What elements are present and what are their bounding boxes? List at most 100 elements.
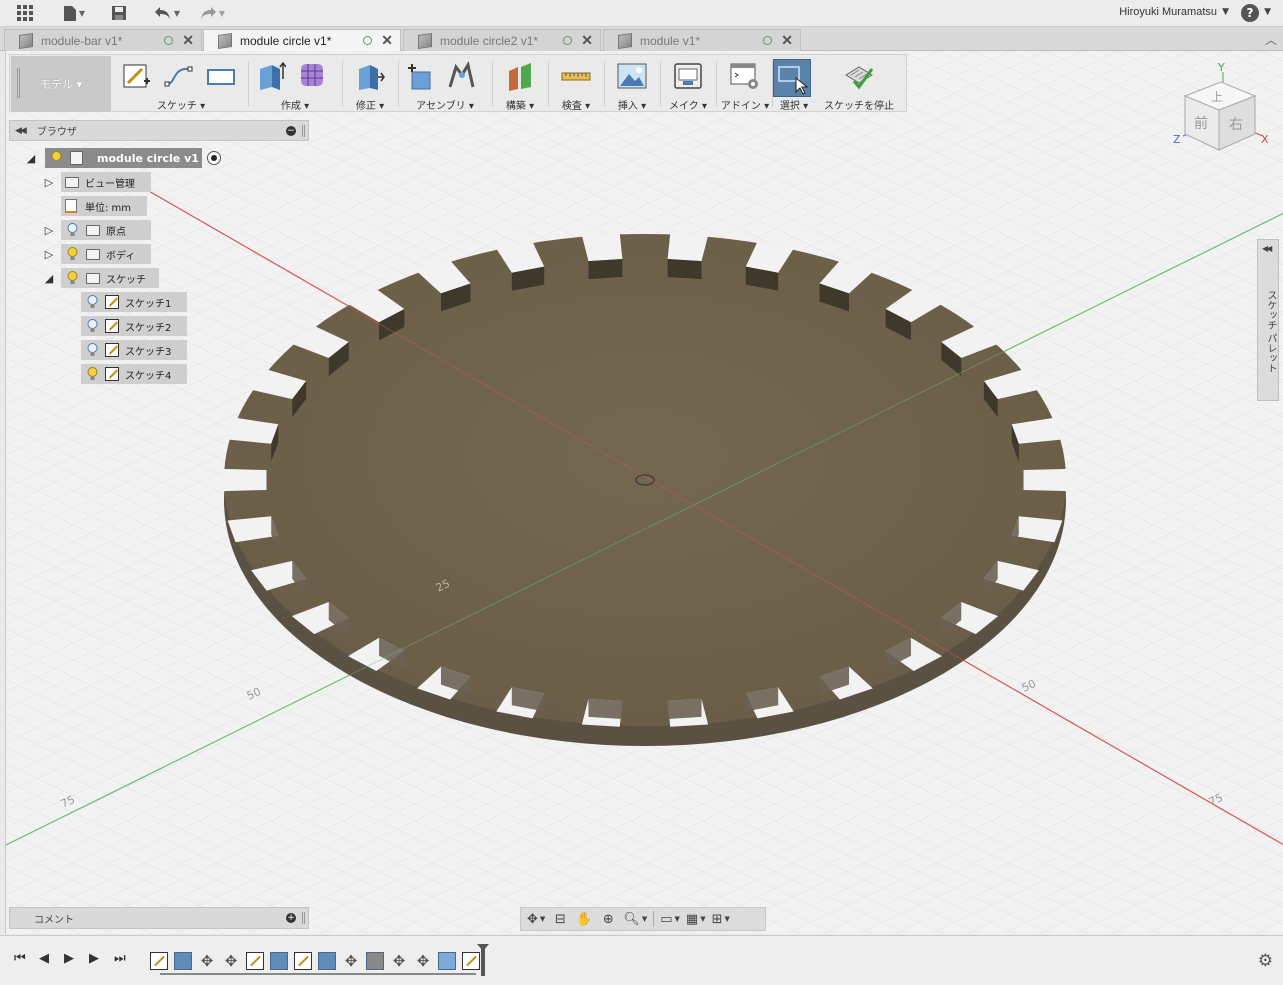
visibility-bulb-icon[interactable] — [86, 319, 98, 333]
expand-triangle-icon[interactable]: ▷ — [43, 248, 55, 261]
orbit-icon[interactable]: ✥ ▼ — [527, 911, 545, 927]
timeline-move-icon[interactable]: ✥ — [198, 952, 216, 970]
tree-root-component[interactable]: module circle v1 — [45, 148, 202, 168]
step-forward-icon[interactable]: ▶ — [89, 951, 99, 966]
create-group[interactable]: 作成 ▾ — [250, 55, 340, 113]
tab-module-bar[interactable]: module-bar v1* ✕ — [4, 29, 202, 51]
go-to-start-icon[interactable]: ⏮ — [14, 951, 26, 966]
line-icon[interactable] — [164, 61, 194, 91]
tree-item-sketch[interactable]: スケッチ3 — [81, 340, 187, 360]
insert-image-icon[interactable] — [617, 61, 647, 91]
collapse-tabs-icon[interactable]: ︿ — [1265, 31, 1277, 48]
inspect-group[interactable]: 検査 ▾ — [550, 55, 602, 113]
3d-print-icon[interactable] — [673, 61, 703, 91]
gear-body[interactable] — [222, 233, 1068, 746]
redo-icon[interactable]: ▼ — [195, 3, 229, 23]
timeline-extrude-icon[interactable] — [318, 952, 336, 970]
select-group[interactable]: 選択 ▾ — [772, 55, 816, 113]
minimize-icon[interactable]: − — [286, 125, 296, 136]
insert-group[interactable]: 挿入 ▾ — [606, 55, 658, 113]
sketch-palette-tab[interactable]: ◀◀ スケッチ パレット — [1257, 239, 1279, 401]
tree-item-bodies[interactable]: ボディ — [61, 244, 151, 264]
select-button[interactable] — [773, 59, 811, 97]
tab-module-circle[interactable]: module circle v1* ✕ — [203, 29, 401, 51]
tree-item-origin[interactable]: 原点 — [61, 220, 151, 240]
close-icon[interactable]: ✕ — [381, 32, 393, 49]
timeline-pattern-icon[interactable] — [270, 952, 288, 970]
tree-item-view-management[interactable]: ビュー管理 — [61, 172, 151, 192]
stop-sketch-group[interactable]: スケッチを停止 — [822, 55, 896, 113]
construct-group[interactable]: 構築 ▾ — [494, 55, 546, 113]
3d-viewport[interactable]: 25 50 75 50 75 上 前 右 Y X Z — [5, 51, 1283, 934]
measure-icon[interactable] — [561, 61, 591, 91]
expand-triangle-icon[interactable]: ▷ — [43, 176, 55, 189]
display-settings-icon[interactable]: ▭ ▼ — [660, 911, 680, 927]
addins-group[interactable]: アドイン ▾ — [718, 55, 772, 113]
timeline-marker[interactable] — [477, 944, 489, 976]
offset-plane-icon[interactable] — [506, 61, 536, 91]
tree-item-sketch[interactable]: スケッチ1 — [81, 292, 187, 312]
step-back-icon[interactable]: ◀ — [39, 951, 49, 966]
modify-group[interactable]: 修正 ▾ — [344, 55, 396, 113]
joint-icon[interactable] — [446, 61, 476, 91]
timeline-move-icon[interactable]: ✥ — [390, 952, 408, 970]
extrude-icon[interactable] — [256, 61, 286, 91]
comment-panel-header[interactable]: コメント + — [9, 907, 309, 929]
expand-triangle-icon[interactable]: ▷ — [43, 224, 55, 237]
undo-icon[interactable]: ▼ — [150, 3, 184, 23]
tree-item-sketches[interactable]: スケッチ — [61, 268, 159, 288]
sketch-group[interactable]: スケッチ ▾ — [116, 55, 246, 113]
timeline-move-icon[interactable]: ✥ — [222, 952, 240, 970]
timeline-sketch-icon[interactable] — [246, 952, 264, 970]
timeline-move-icon[interactable]: ✥ — [414, 952, 432, 970]
timeline-sketch-icon[interactable] — [150, 952, 168, 970]
activate-radio-icon[interactable] — [207, 151, 221, 165]
visibility-bulb-icon[interactable] — [86, 295, 98, 309]
grid-settings-icon[interactable]: ▦ ▼ — [686, 911, 706, 927]
chevron-down-icon[interactable]: ▼ — [1222, 7, 1229, 17]
drag-handle[interactable] — [17, 68, 20, 98]
create-sketch-icon[interactable] — [122, 61, 152, 91]
tree-item-sketch[interactable]: スケッチ2 — [81, 316, 187, 336]
file-menu-icon[interactable]: ▼ — [58, 3, 90, 23]
viewports-icon[interactable]: ⊞ ▼ — [712, 911, 730, 927]
visibility-bulb-icon[interactable] — [86, 367, 98, 381]
make-group[interactable]: メイク ▾ — [662, 55, 714, 113]
tree-item-units[interactable]: 単位: mm — [61, 196, 147, 216]
visibility-bulb-icon[interactable] — [86, 343, 98, 357]
close-icon[interactable]: ✕ — [781, 32, 793, 49]
timeline-extrude-icon[interactable] — [174, 952, 192, 970]
expand-panel-icon[interactable]: ◀◀ — [1262, 244, 1272, 253]
assemble-group[interactable]: アセンブリ ▾ — [400, 55, 490, 113]
timeline-box-icon[interactable] — [438, 952, 456, 970]
visibility-bulb-icon[interactable] — [50, 151, 62, 165]
visibility-bulb-icon[interactable] — [66, 223, 78, 237]
tab-module[interactable]: module v1* ✕ — [603, 29, 801, 51]
timeline-combine-icon[interactable] — [366, 952, 384, 970]
chevron-down-icon[interactable]: ▼ — [1264, 7, 1271, 17]
new-component-icon[interactable] — [404, 61, 434, 91]
workspace-switcher[interactable]: モデル ▾ — [11, 56, 111, 112]
tab-module-circle2[interactable]: module circle2 v1* ✕ — [403, 29, 601, 51]
scene-canvas[interactable]: 25 50 75 50 75 上 前 右 Y X Z — [6, 51, 1283, 934]
collapse-panel-icon[interactable]: ◀◀ — [15, 126, 27, 136]
timeline-sketch-icon[interactable] — [294, 952, 312, 970]
go-to-end-icon[interactable]: ⏭ — [114, 951, 126, 966]
help-icon[interactable]: ? — [1241, 4, 1259, 22]
close-icon[interactable]: ✕ — [581, 32, 593, 49]
apps-grid-icon[interactable] — [14, 3, 36, 23]
pan-icon[interactable]: ✋ — [575, 911, 593, 927]
tree-item-sketch[interactable]: スケッチ4 — [81, 364, 187, 384]
save-icon[interactable] — [109, 3, 129, 23]
gear-icon[interactable]: ⚙ — [1258, 951, 1273, 971]
close-icon[interactable]: ✕ — [182, 32, 194, 49]
pin-icon[interactable] — [302, 124, 305, 137]
browser-panel-header[interactable]: ◀◀ ブラウザ − — [9, 120, 309, 141]
look-at-icon[interactable]: ⊟ — [551, 911, 569, 927]
rectangle-icon[interactable] — [206, 61, 236, 91]
visibility-bulb-icon[interactable] — [66, 271, 78, 285]
stop-sketch-icon[interactable] — [844, 61, 874, 91]
add-comment-icon[interactable]: + — [286, 913, 296, 923]
timeline-sketch-icon[interactable] — [462, 952, 480, 970]
pin-icon[interactable] — [302, 912, 305, 924]
